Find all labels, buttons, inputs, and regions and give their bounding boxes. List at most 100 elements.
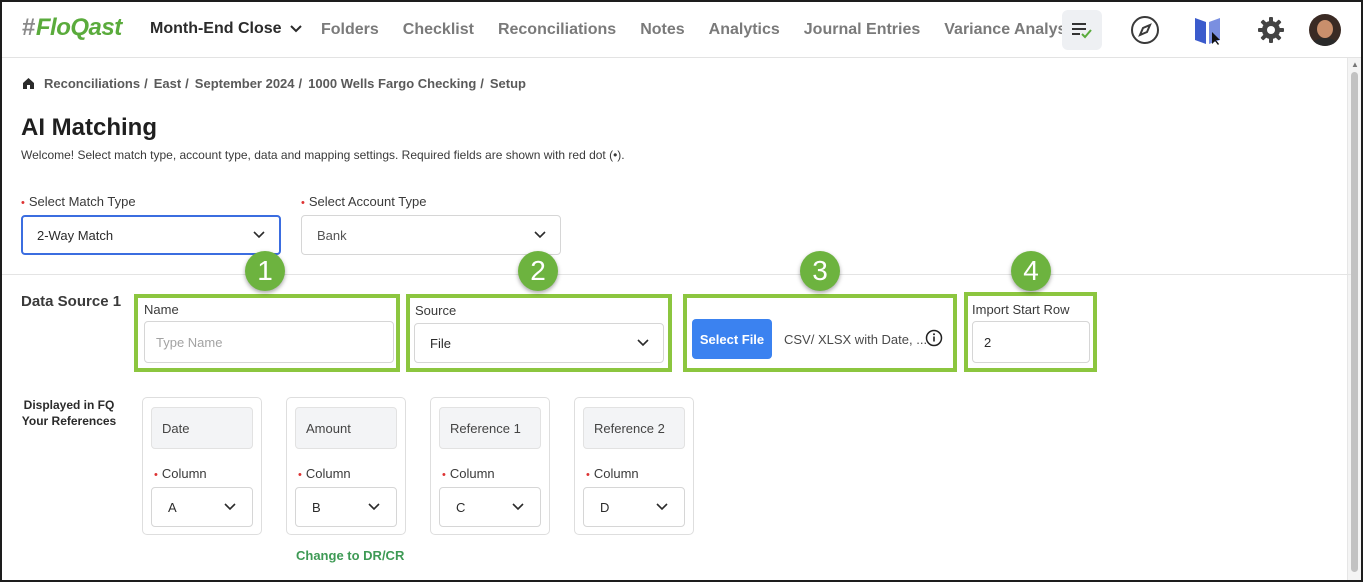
match-type-value: 2-Way Match bbox=[37, 227, 114, 243]
source-label: Source bbox=[415, 303, 457, 318]
chevron-down-icon bbox=[253, 231, 265, 239]
logo-text: FloQast bbox=[35, 14, 122, 41]
nav-journal-entries[interactable]: Journal Entries bbox=[804, 21, 920, 39]
column-label-text: Column bbox=[161, 466, 207, 481]
reference-card-reference-2: Reference 2 • Column D bbox=[574, 397, 694, 535]
page-subtitle: Welcome! Select match type, account type… bbox=[21, 148, 625, 162]
chevron-down-icon bbox=[289, 25, 302, 33]
references-label-line1: Displayed in FQ bbox=[23, 398, 115, 412]
top-navigation-bar: # FloQast Month-End Close Folders Checkli… bbox=[2, 2, 1361, 58]
import-start-row-input[interactable]: 2 bbox=[972, 321, 1090, 363]
nav-reconciliations[interactable]: Reconciliations bbox=[498, 21, 616, 39]
breadcrumb-account[interactable]: 1000 Wells Fargo Checking bbox=[308, 76, 476, 91]
reference-card-reference-1: Reference 1 • Column C bbox=[430, 397, 550, 535]
column-select[interactable]: C bbox=[439, 487, 541, 527]
home-icon[interactable] bbox=[22, 77, 35, 90]
required-dot: • bbox=[154, 469, 158, 481]
nav-folders[interactable]: Folders bbox=[321, 21, 379, 39]
callout-box-name: Name Type Name bbox=[134, 294, 400, 372]
column-value: C bbox=[456, 499, 466, 515]
top-icons bbox=[1039, 10, 1341, 50]
book-icon bbox=[1195, 18, 1220, 45]
account-type-label-text: Select Account Type bbox=[308, 194, 427, 209]
chevron-down-icon bbox=[368, 503, 380, 511]
user-avatar[interactable] bbox=[1309, 14, 1341, 46]
chevron-down-icon bbox=[224, 503, 236, 511]
floqast-logo[interactable]: # FloQast bbox=[22, 14, 122, 42]
name-input[interactable]: Type Name bbox=[144, 321, 394, 363]
breadcrumb: Reconciliations / East / September 2024 / 1… bbox=[22, 76, 526, 91]
file-type-hint: CSV/ XLSX with Date, ... bbox=[784, 332, 928, 347]
reference-card-date: Date • Column A bbox=[142, 397, 262, 535]
nav-analytics[interactable]: Analytics bbox=[709, 21, 780, 39]
breadcrumb-separator: / bbox=[144, 76, 148, 91]
app-window: # FloQast Month-End Close Folders Checkli… bbox=[0, 0, 1363, 582]
explore-button[interactable] bbox=[1125, 10, 1165, 50]
page-title: AI Matching bbox=[21, 114, 157, 141]
column-select[interactable]: A bbox=[151, 487, 253, 527]
reference-field: Reference 1 bbox=[439, 407, 541, 449]
breadcrumb-reconciliations[interactable]: Reconciliations bbox=[44, 76, 140, 91]
callout-box-file: Select File CSV/ XLSX with Date, ... bbox=[683, 294, 957, 372]
nav-checklist[interactable]: Checklist bbox=[403, 21, 474, 39]
data-source-title: Data Source 1 bbox=[21, 293, 122, 310]
avatar-body bbox=[1313, 38, 1337, 46]
source-select[interactable]: File bbox=[414, 323, 664, 363]
learning-button[interactable] bbox=[1188, 10, 1228, 50]
breadcrumb-east[interactable]: East bbox=[154, 76, 181, 91]
references-label: Displayed in FQ Your References bbox=[20, 397, 118, 429]
tasks-button[interactable] bbox=[1062, 10, 1102, 50]
import-start-row-label: Import Start Row bbox=[972, 302, 1070, 317]
column-label: • Column bbox=[154, 466, 207, 481]
scrollbar-thumb[interactable] bbox=[1351, 72, 1358, 572]
breadcrumb-separator: / bbox=[480, 76, 484, 91]
account-type-select[interactable]: Bank bbox=[301, 215, 561, 255]
select-file-button[interactable]: Select File bbox=[692, 319, 772, 359]
breadcrumb-separator: / bbox=[185, 76, 189, 91]
column-value: B bbox=[312, 499, 321, 515]
column-label-text: Column bbox=[449, 466, 495, 481]
account-type-value: Bank bbox=[317, 227, 347, 243]
column-label-text: Column bbox=[593, 466, 639, 481]
change-to-dr-cr-link[interactable]: Change to DR/CR bbox=[296, 548, 404, 563]
reference-field: Date bbox=[151, 407, 253, 449]
callout-badge-3: 3 bbox=[800, 251, 840, 291]
scroll-up-icon[interactable]: ▲ bbox=[1351, 60, 1359, 69]
callout-box-import-row: Import Start Row 2 bbox=[964, 292, 1097, 372]
column-label: • Column bbox=[442, 466, 495, 481]
page-scrollbar[interactable]: ▲ bbox=[1347, 58, 1361, 580]
name-placeholder: Type Name bbox=[156, 334, 223, 350]
column-select[interactable]: D bbox=[583, 487, 685, 527]
column-label: • Column bbox=[586, 466, 639, 481]
account-type-label: • Select Account Type bbox=[301, 194, 426, 209]
column-label-text: Column bbox=[305, 466, 351, 481]
required-dot: • bbox=[586, 469, 590, 481]
column-value: D bbox=[600, 499, 610, 515]
callout-badge-1: 1 bbox=[245, 251, 285, 291]
chevron-down-icon bbox=[656, 503, 668, 511]
avatar-face bbox=[1317, 20, 1333, 38]
source-value: File bbox=[430, 335, 451, 351]
workspace-menu-label: Month-End Close bbox=[150, 20, 282, 37]
column-select[interactable]: B bbox=[295, 487, 397, 527]
import-start-row-value: 2 bbox=[984, 334, 992, 350]
required-dot: • bbox=[442, 469, 446, 481]
section-divider bbox=[2, 274, 1351, 275]
info-icon[interactable] bbox=[925, 329, 943, 347]
match-type-select[interactable]: 2-Way Match bbox=[21, 215, 281, 255]
name-label: Name bbox=[144, 302, 179, 317]
required-dot: • bbox=[21, 197, 25, 209]
tasks-icon bbox=[1072, 23, 1092, 39]
main-nav: Folders Checklist Reconciliations Notes … bbox=[321, 21, 1104, 39]
nav-notes[interactable]: Notes bbox=[640, 21, 684, 39]
chevron-down-icon bbox=[534, 231, 546, 239]
match-type-label: • Select Match Type bbox=[21, 194, 136, 209]
settings-button[interactable] bbox=[1251, 10, 1291, 50]
logo-hash: # bbox=[22, 14, 35, 41]
breadcrumb-period[interactable]: September 2024 bbox=[195, 76, 295, 91]
callout-badge-2: 2 bbox=[518, 251, 558, 291]
workspace-menu[interactable]: Month-End Close bbox=[150, 20, 302, 38]
chevron-down-icon bbox=[512, 503, 524, 511]
compass-icon bbox=[1131, 16, 1159, 44]
references-label-line2: Your References bbox=[21, 414, 117, 428]
